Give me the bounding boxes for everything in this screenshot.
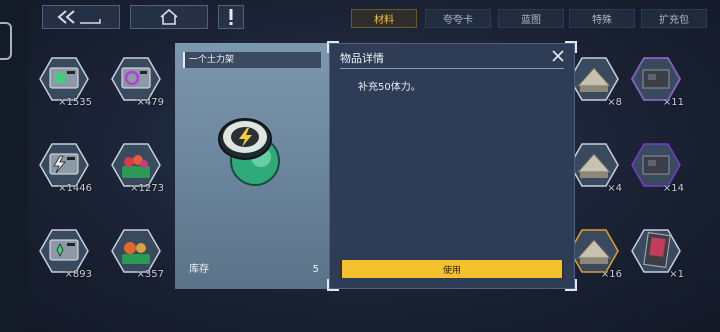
inventory-item[interactable]: ×1446 — [36, 142, 94, 194]
energy-capsule-icon — [218, 118, 280, 186]
close-icon[interactable] — [550, 48, 566, 64]
panel-corner — [327, 41, 339, 53]
inventory-item[interactable]: ×893 — [36, 228, 94, 280]
home-button[interactable] — [130, 5, 208, 29]
item-count: ×16 — [600, 269, 622, 280]
inventory-item[interactable]: ×1535 — [36, 56, 94, 108]
tab-materials[interactable]: 材料 — [351, 9, 417, 28]
inventory-item[interactable]: ×14 — [628, 142, 686, 194]
dark-machine-icon — [631, 57, 681, 101]
use-button[interactable]: 使用 — [340, 260, 564, 278]
item-count: ×1535 — [58, 97, 92, 108]
back-button[interactable] — [42, 5, 120, 29]
item-count: ×1446 — [58, 183, 92, 194]
dark-machine-icon — [631, 143, 681, 187]
divider — [340, 68, 564, 69]
tent-icon — [569, 229, 619, 273]
tab-expansion[interactable]: 扩充包 — [641, 9, 707, 28]
inventory-item[interactable]: ×479 — [108, 56, 166, 108]
item-count: ×479 — [136, 97, 164, 108]
item-card: 一个土力架 库存 5 — [175, 43, 329, 289]
item-count: ×4 — [607, 183, 622, 194]
green-gear-crate-icon — [39, 229, 89, 273]
panel-corner — [565, 279, 577, 291]
tab-praise-cards[interactable]: 夸夸卡 — [425, 9, 491, 28]
inventory-item[interactable]: ×11 — [628, 56, 686, 108]
purple-swirl-crate-icon — [111, 57, 161, 101]
inventory-item[interactable]: ×1273 — [108, 142, 166, 194]
panel-corner — [327, 279, 339, 291]
stock-value: 5 — [312, 264, 319, 275]
panel-corner — [565, 41, 577, 53]
item-count: ×1 — [669, 269, 684, 280]
left-frame — [0, 0, 28, 332]
inventory-item[interactable]: ×1 — [628, 228, 686, 280]
item-count: ×11 — [662, 97, 684, 108]
card-pack-icon — [631, 229, 681, 273]
inventory-item[interactable]: ×357 — [108, 228, 166, 280]
fruit-basket-icon — [111, 229, 161, 273]
tent-icon — [569, 143, 619, 187]
flower-basket-icon — [111, 143, 161, 187]
hex-corner-ornament — [0, 22, 12, 60]
panel-title: 物品详情 — [340, 52, 384, 65]
tab-special[interactable]: 特殊 — [569, 9, 635, 28]
home-icon — [160, 8, 178, 25]
exclamation-icon — [229, 9, 233, 25]
item-count: ×14 — [662, 183, 684, 194]
item-description: 补充50体力。 — [358, 82, 421, 93]
stock-label: 库存 — [189, 264, 209, 275]
tent-icon — [569, 57, 619, 101]
notice-button[interactable] — [218, 5, 244, 29]
green-battery-crate-icon — [39, 57, 89, 101]
double-chevron-left-icon — [57, 10, 101, 24]
item-count: ×357 — [136, 269, 164, 280]
tab-blueprints[interactable]: 蓝图 — [498, 9, 564, 28]
lightning-crate-icon — [39, 143, 89, 187]
item-detail-panel: 物品详情 补充50体力。 使用 — [327, 41, 577, 291]
item-count: ×8 — [607, 97, 622, 108]
item-count: ×893 — [64, 269, 92, 280]
item-count: ×1273 — [130, 183, 164, 194]
item-name: 一个土力架 — [183, 52, 321, 68]
